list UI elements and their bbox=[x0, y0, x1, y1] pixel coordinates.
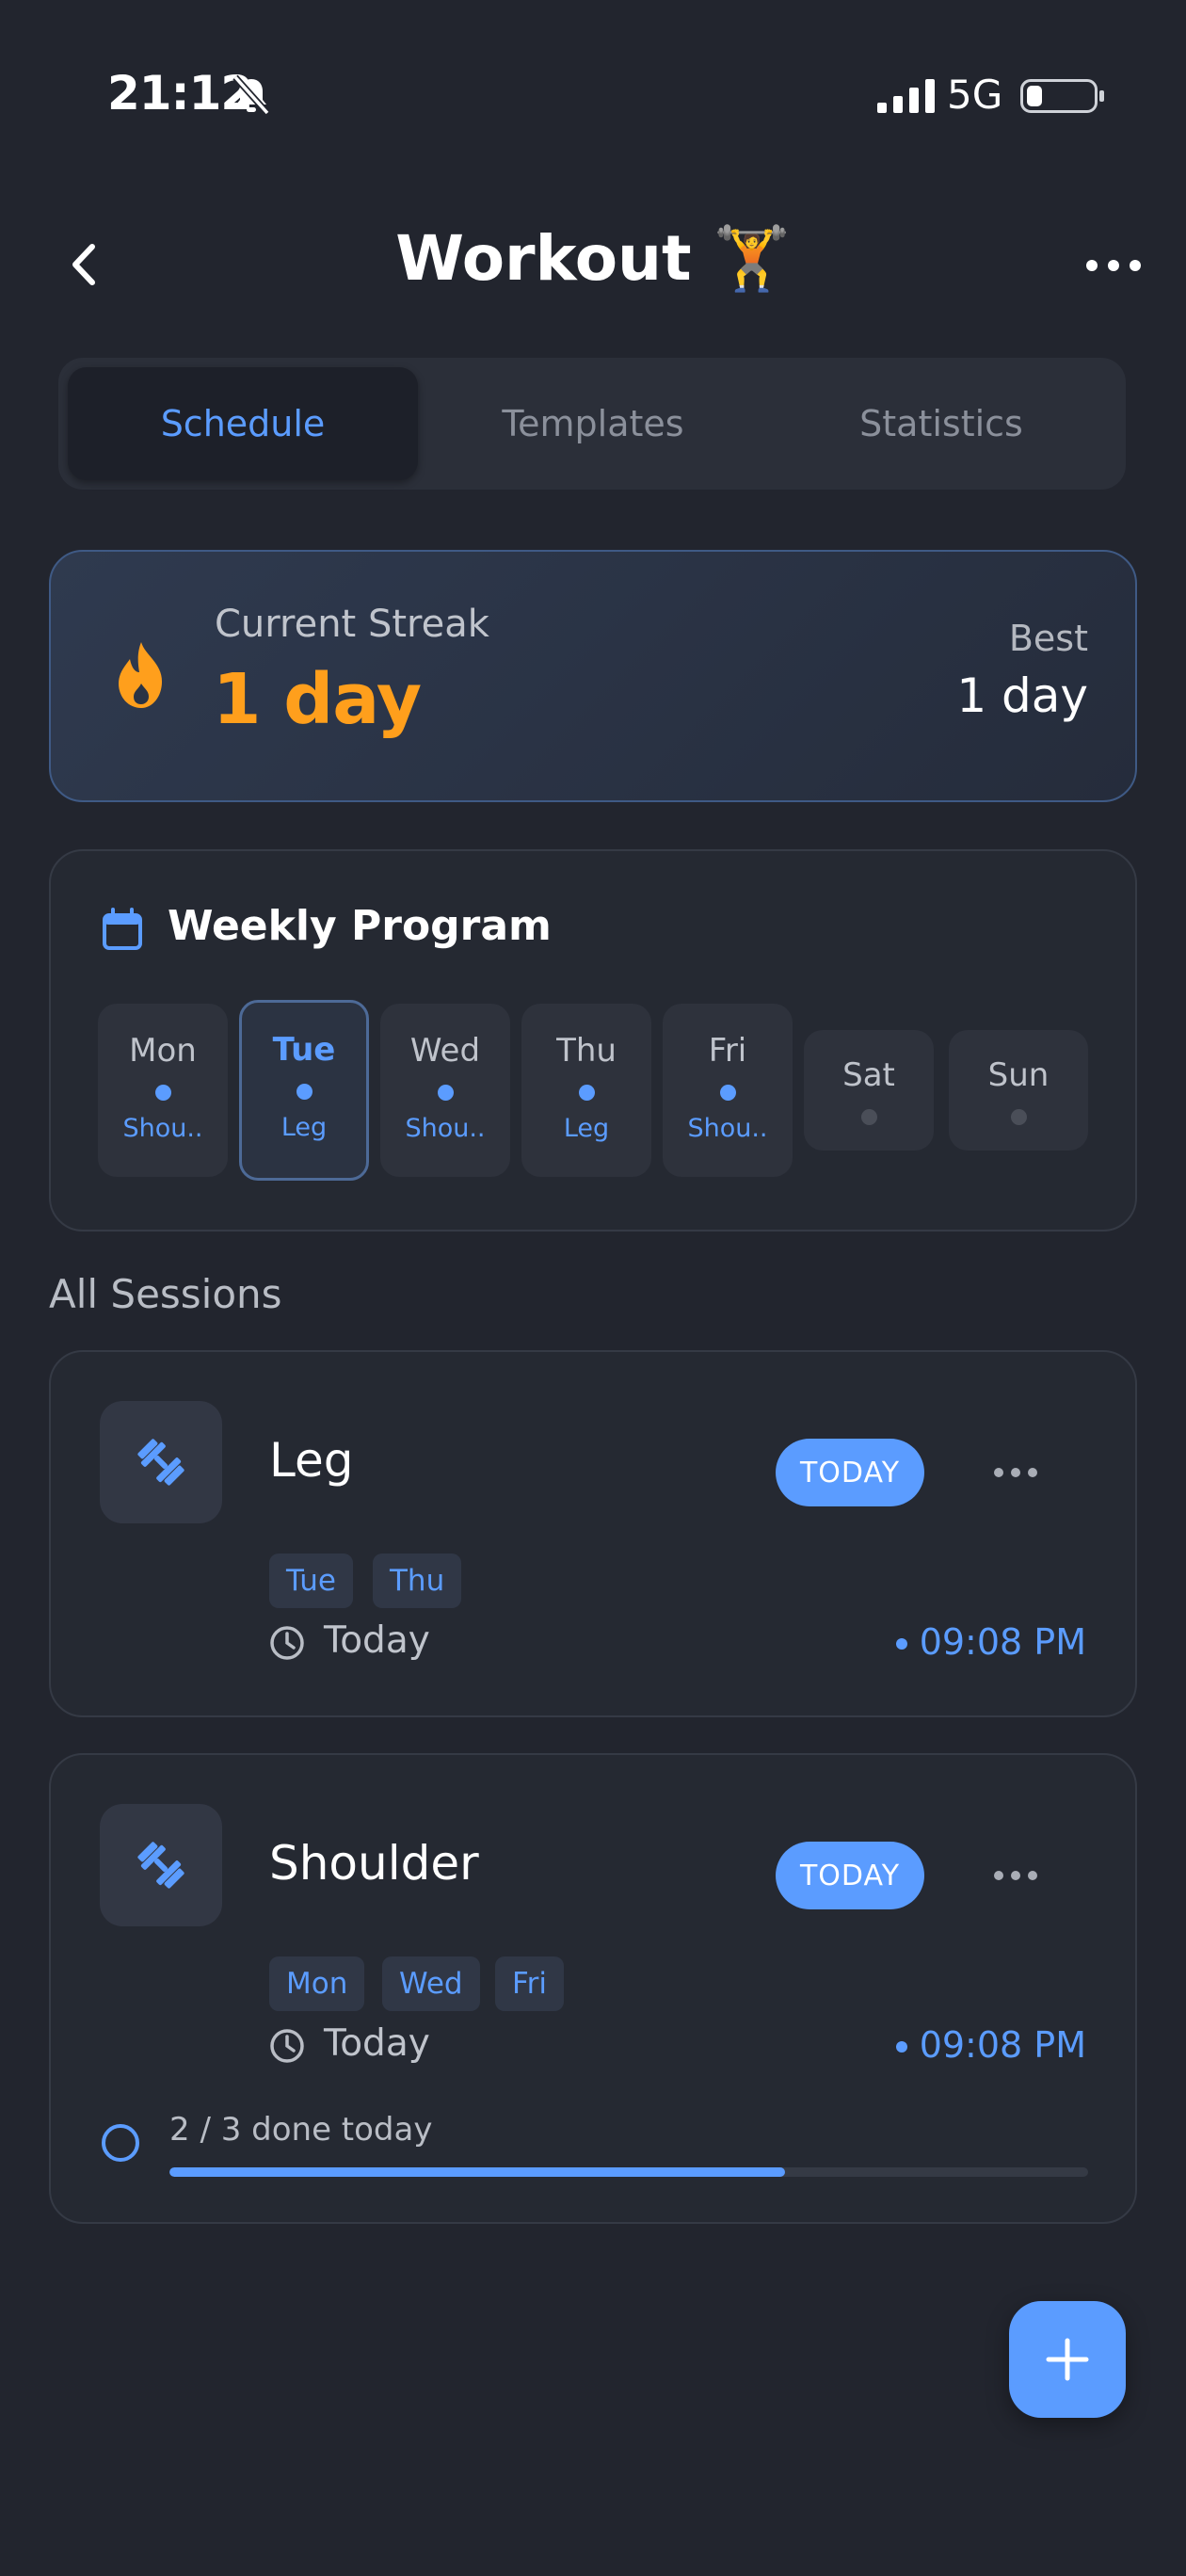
scheduled-dot bbox=[296, 1084, 313, 1100]
unscheduled-dot bbox=[1010, 1109, 1027, 1125]
progress-fill bbox=[169, 2167, 785, 2177]
day-name: Thu bbox=[556, 1032, 617, 1070]
tab-statistics[interactable]: Statistics bbox=[766, 367, 1116, 480]
day-name: Mon bbox=[129, 1032, 197, 1070]
day-thu[interactable]: Thu Leg bbox=[521, 1004, 651, 1177]
dumbbell-icon bbox=[137, 1439, 184, 1486]
day-name: Wed bbox=[409, 1032, 481, 1070]
day-chip: Wed bbox=[382, 1956, 480, 2011]
streak-value: 1 day bbox=[213, 659, 422, 740]
session-time: 09:08 PM bbox=[919, 2024, 1086, 2066]
clock-icon bbox=[270, 1626, 304, 1660]
session-icon-tile bbox=[100, 1401, 222, 1523]
scheduled-dot bbox=[154, 1085, 171, 1101]
day-name: Tue bbox=[272, 1031, 336, 1069]
add-session-button[interactable] bbox=[1009, 2301, 1126, 2418]
signal-icon bbox=[877, 79, 935, 113]
day-sun[interactable]: Sun bbox=[949, 1030, 1088, 1151]
day-chip: Fri bbox=[495, 1956, 564, 2011]
scheduled-dot bbox=[578, 1085, 595, 1101]
all-sessions-title: All Sessions bbox=[49, 1271, 282, 1317]
time-dot bbox=[896, 2041, 907, 2053]
tab-schedule[interactable]: Schedule bbox=[68, 367, 418, 480]
progress-bar bbox=[169, 2167, 1088, 2177]
weekly-program-title: Weekly Program bbox=[168, 902, 552, 950]
more-icon[interactable] bbox=[1082, 247, 1145, 284]
scheduled-dot bbox=[719, 1085, 736, 1101]
session-card-shoulder[interactable]: Shoulder TODAY Mon Wed Fri Today 09:08 P… bbox=[49, 1753, 1137, 2224]
day-session-label: Shou.. bbox=[122, 1114, 203, 1143]
day-session-label: Shou.. bbox=[405, 1114, 486, 1143]
day-session-label: Leg bbox=[280, 1113, 328, 1142]
dumbbell-icon bbox=[137, 1842, 184, 1889]
tab-templates[interactable]: Templates bbox=[418, 367, 768, 480]
more-icon[interactable] bbox=[992, 1463, 1039, 1482]
session-when: Today bbox=[324, 2022, 430, 2065]
day-chip: Tue bbox=[269, 1554, 353, 1608]
day-session-label: Leg bbox=[563, 1114, 610, 1143]
streak-label: Current Streak bbox=[215, 603, 489, 646]
day-mon[interactable]: Mon Shou.. bbox=[98, 1004, 228, 1177]
day-chip: Mon bbox=[269, 1956, 365, 2011]
session-name: Leg bbox=[269, 1433, 354, 1488]
session-card-leg[interactable]: Leg TODAY Tue Thu Today 09:08 PM bbox=[49, 1350, 1137, 1717]
day-name: Sun bbox=[987, 1056, 1050, 1094]
today-badge: TODAY bbox=[776, 1439, 924, 1506]
flame-icon bbox=[119, 642, 162, 708]
day-session-label: Shou.. bbox=[687, 1114, 768, 1143]
time-dot bbox=[896, 1638, 907, 1650]
day-name: Fri bbox=[708, 1032, 747, 1070]
more-icon[interactable] bbox=[992, 1866, 1039, 1885]
scheduled-dot bbox=[437, 1085, 454, 1101]
unscheduled-dot bbox=[860, 1109, 877, 1125]
session-icon-tile bbox=[100, 1804, 222, 1926]
session-time: 09:08 PM bbox=[919, 1621, 1086, 1663]
tab-bar: Schedule Templates Statistics bbox=[58, 358, 1126, 490]
today-badge: TODAY bbox=[776, 1842, 924, 1909]
session-name: Shoulder bbox=[269, 1836, 479, 1891]
best-label: Best bbox=[1008, 618, 1088, 659]
bell-slash-icon bbox=[232, 74, 270, 116]
day-chip: Thu bbox=[373, 1554, 462, 1608]
day-name: Sat bbox=[842, 1056, 895, 1094]
page-title: Workout 🏋️ bbox=[395, 222, 791, 295]
battery-tip bbox=[1099, 90, 1104, 102]
day-fri[interactable]: Fri Shou.. bbox=[663, 1004, 793, 1177]
best-value: 1 day bbox=[956, 668, 1088, 723]
progress-text: 2 / 3 done today bbox=[169, 2111, 433, 2149]
battery-icon bbox=[1020, 79, 1098, 113]
complete-toggle[interactable] bbox=[102, 2124, 139, 2162]
plus-icon bbox=[1046, 2338, 1089, 2381]
session-when: Today bbox=[324, 1619, 430, 1662]
day-tue[interactable]: Tue Leg bbox=[239, 1000, 369, 1181]
day-wed[interactable]: Wed Shou.. bbox=[380, 1004, 510, 1177]
calendar-icon bbox=[103, 908, 142, 950]
network-label: 5G bbox=[947, 72, 1003, 118]
day-sat[interactable]: Sat bbox=[804, 1030, 934, 1151]
clock-icon bbox=[270, 2029, 304, 2063]
